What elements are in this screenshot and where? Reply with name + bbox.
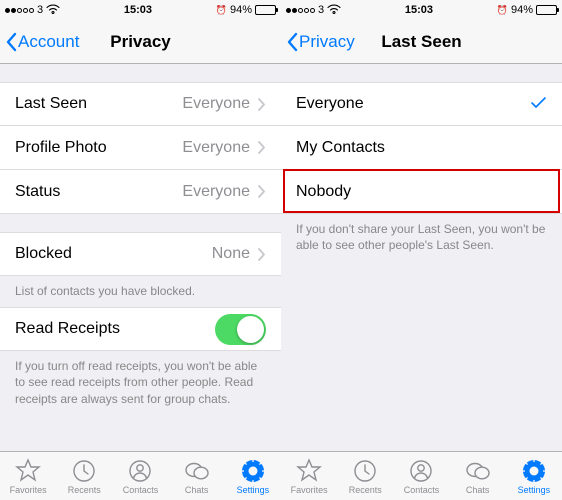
chevron-right-icon: [258, 185, 266, 198]
read-receipts-cell[interactable]: Read Receipts: [0, 307, 281, 351]
clock-icon: [71, 458, 97, 484]
back-button[interactable]: Account: [0, 32, 79, 52]
chevron-left-icon: [287, 32, 299, 52]
cell-value: Everyone: [182, 95, 250, 113]
checkmark-icon: [530, 95, 547, 114]
tab-bar: Favorites Recents Contacts Chats Setting…: [0, 451, 281, 500]
chats-icon: [184, 458, 210, 484]
status-bar: 3 15:03 94%: [0, 0, 281, 20]
cell-label: Everyone: [296, 95, 530, 113]
cell-label: Blocked: [15, 245, 212, 263]
star-icon: [15, 458, 41, 484]
cell-label: Nobody: [296, 183, 547, 201]
signal-dots-icon: [286, 8, 315, 13]
cell-value: Everyone: [182, 139, 250, 157]
chevron-right-icon: [258, 98, 266, 111]
chevron-left-icon: [6, 32, 18, 52]
tab-favorites[interactable]: Favorites: [281, 458, 337, 495]
gear-icon: [521, 458, 547, 484]
last-seen-cell[interactable]: Last Seen Everyone: [0, 82, 281, 126]
blocked-cell[interactable]: Blocked None: [0, 232, 281, 276]
alarm-icon: [216, 4, 227, 16]
battery-pct: 94%: [511, 4, 533, 16]
clock-icon: [352, 458, 378, 484]
back-button[interactable]: Privacy: [281, 32, 355, 52]
nav-bar: Account Privacy: [0, 20, 281, 64]
cell-label: Status: [15, 183, 182, 201]
read-receipts-toggle[interactable]: [215, 314, 266, 345]
carrier-label: 3: [37, 4, 43, 16]
star-icon: [296, 458, 322, 484]
tab-recents[interactable]: Recents: [56, 458, 112, 495]
battery-icon: [255, 5, 276, 15]
carrier-label: 3: [318, 4, 324, 16]
tab-contacts[interactable]: Contacts: [112, 458, 168, 495]
signal-dots-icon: [5, 8, 34, 13]
chevron-right-icon: [258, 248, 266, 261]
screen-last-seen: 3 15:03 94% Privacy Last Seen Everyone M…: [281, 0, 562, 500]
tab-chats[interactable]: Chats: [169, 458, 225, 495]
tab-recents[interactable]: Recents: [337, 458, 393, 495]
status-cell[interactable]: Status Everyone: [0, 170, 281, 214]
tab-contacts[interactable]: Contacts: [393, 458, 449, 495]
receipts-footer: If you turn off read receipts, you won't…: [0, 351, 281, 415]
wifi-icon: [46, 4, 60, 17]
tab-settings[interactable]: Settings: [225, 458, 281, 495]
contact-icon: [127, 458, 153, 484]
chats-icon: [465, 458, 491, 484]
wifi-icon: [327, 4, 341, 17]
option-nobody[interactable]: Nobody: [281, 170, 562, 214]
back-label: Privacy: [299, 32, 355, 52]
alarm-icon: [497, 4, 508, 16]
nav-bar: Privacy Last Seen: [281, 20, 562, 64]
status-time: 15:03: [405, 4, 433, 16]
tab-favorites[interactable]: Favorites: [0, 458, 56, 495]
cell-label: Last Seen: [15, 95, 182, 113]
tab-chats[interactable]: Chats: [450, 458, 506, 495]
last-seen-footer: If you don't share your Last Seen, you w…: [281, 214, 562, 261]
profile-photo-cell[interactable]: Profile Photo Everyone: [0, 126, 281, 170]
option-everyone[interactable]: Everyone: [281, 82, 562, 126]
option-my-contacts[interactable]: My Contacts: [281, 126, 562, 170]
cell-label: My Contacts: [296, 139, 547, 157]
gear-icon: [240, 458, 266, 484]
chevron-right-icon: [258, 141, 266, 154]
blocked-footer: List of contacts you have blocked.: [0, 276, 281, 307]
tab-bar: Favorites Recents Contacts Chats Setting…: [281, 451, 562, 500]
status-bar: 3 15:03 94%: [281, 0, 562, 20]
contact-icon: [408, 458, 434, 484]
screen-privacy: 3 15:03 94% Account Privacy Last Seen Ev…: [0, 0, 281, 500]
tab-settings[interactable]: Settings: [506, 458, 562, 495]
cell-label: Read Receipts: [15, 320, 215, 338]
back-label: Account: [18, 32, 79, 52]
cell-label: Profile Photo: [15, 139, 182, 157]
status-time: 15:03: [124, 4, 152, 16]
battery-icon: [536, 5, 557, 15]
cell-value: Everyone: [182, 183, 250, 201]
cell-value: None: [212, 245, 250, 263]
battery-pct: 94%: [230, 4, 252, 16]
